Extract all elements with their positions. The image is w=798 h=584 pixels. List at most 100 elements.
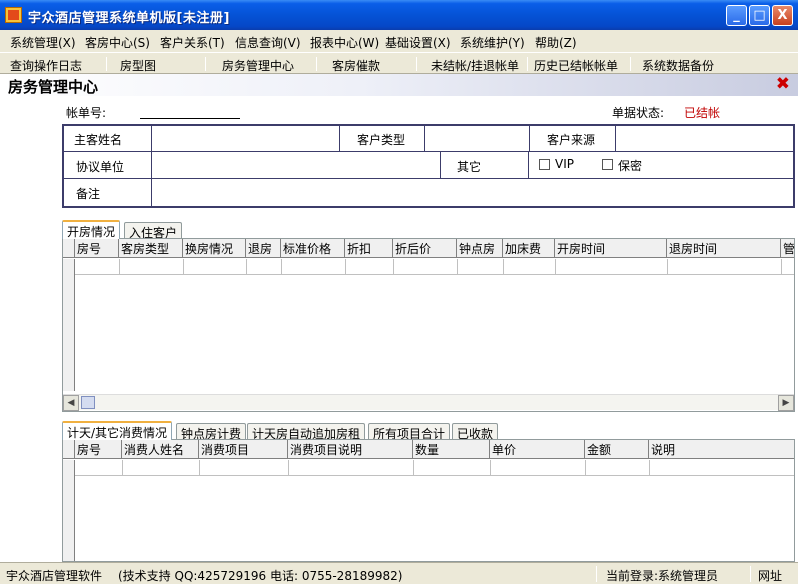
col-discount[interactable]: 折扣 <box>345 239 393 258</box>
table-cell <box>246 259 247 275</box>
status-support: (技术支持 QQ:425729196 电话: 0755-28189982) <box>118 569 403 583</box>
col-manager[interactable]: 管 <box>781 239 794 258</box>
room-grid-hscrollbar[interactable]: ◀ ▶ <box>63 394 794 411</box>
shortcut-operation-log[interactable]: 查询操作日志 <box>10 57 82 74</box>
maximize-button[interactable]: □ <box>749 5 770 26</box>
col-note[interactable]: 说明 <box>649 440 794 459</box>
shortcut-room-payment-reminder[interactable]: 客房催款 <box>332 57 380 74</box>
shortcut-separator <box>205 57 206 71</box>
menu-info-query[interactable]: 信息查询(V) <box>235 34 301 51</box>
other-label: 其它 <box>457 160 482 174</box>
tab-auto-room-rent[interactable]: 计天房自动追加房租 <box>247 423 366 441</box>
shortcut-room-map[interactable]: 房型图 <box>120 57 156 74</box>
app-icon <box>5 7 22 23</box>
row-header[interactable] <box>63 259 75 275</box>
col-consumer-name[interactable]: 消费人姓名 <box>122 440 199 459</box>
row-header[interactable] <box>63 460 75 476</box>
customer-type-select[interactable] <box>430 128 525 148</box>
scroll-thumb[interactable] <box>81 396 95 409</box>
panel-header: 房务管理中心 ✖ <box>0 74 798 96</box>
shortcut-room-management[interactable]: 房务管理中心 <box>222 57 294 74</box>
confidential-label: 保密 <box>618 159 643 173</box>
status-current-login: 当前登录:系统管理员 <box>606 569 719 583</box>
menu-bar: 系统管理(X) 客房中心(S) 客户关系(T) 信息查询(V) 报表中心(W) … <box>0 30 798 52</box>
scroll-left-icon[interactable]: ◀ <box>63 395 79 411</box>
table-cell <box>281 259 282 275</box>
menu-system-management[interactable]: 系统管理(X) <box>10 34 76 51</box>
col-quantity[interactable]: 数量 <box>413 440 490 459</box>
col-extra-bed-fee[interactable]: 加床费 <box>503 239 555 258</box>
tab-room-status[interactable]: 开房情况 <box>62 220 121 239</box>
col-checkout-time[interactable]: 退房时间 <box>667 239 781 258</box>
guest-name-input[interactable] <box>157 128 335 148</box>
table-row[interactable] <box>63 460 794 476</box>
bill-no-field[interactable] <box>140 118 240 119</box>
row-header-corner <box>63 239 75 258</box>
customer-source-select[interactable] <box>621 128 789 148</box>
table-cell <box>457 259 458 275</box>
col-checkout[interactable]: 退房 <box>246 239 281 258</box>
table-cell <box>199 460 200 476</box>
col-amount[interactable]: 金额 <box>585 440 649 459</box>
col-hourly-room[interactable]: 钟点房 <box>457 239 503 258</box>
table-cell <box>555 259 556 275</box>
col-standard-price[interactable]: 标准价格 <box>281 239 345 258</box>
form-row-divider <box>64 151 793 152</box>
row-header-corner <box>63 440 75 459</box>
col-item-description[interactable]: 消费项目说明 <box>288 440 413 459</box>
shortcut-settled-history[interactable]: 历史已结帐帐单 <box>534 57 618 74</box>
menu-report-center[interactable]: 报表中心(W) <box>310 34 379 51</box>
form-col-divider <box>339 126 340 151</box>
tab-received-payments[interactable]: 已收款 <box>452 423 499 441</box>
tab-all-items-total[interactable]: 所有项目合计 <box>368 423 451 441</box>
col-room-no[interactable]: 房号 <box>75 239 119 258</box>
room-tab-strip: 开房情况 入住客户 <box>62 220 795 240</box>
col-room-type[interactable]: 客房类型 <box>119 239 183 258</box>
menu-help[interactable]: 帮助(Z) <box>535 34 577 51</box>
menu-basic-settings[interactable]: 基础设置(X) <box>385 34 451 51</box>
table-cell <box>413 460 414 476</box>
form-row-divider <box>64 178 793 179</box>
table-cell <box>393 259 394 275</box>
close-x-icon[interactable]: ✖ <box>776 76 790 93</box>
table-cell <box>122 460 123 476</box>
table-cell <box>119 259 120 275</box>
shortcut-separator <box>106 57 107 71</box>
customer-source-label: 客户来源 <box>547 133 596 147</box>
shortcut-separator <box>416 57 417 71</box>
close-window-button[interactable]: X <box>772 5 793 26</box>
shortcut-bar: 查询操作日志 房型图 房务管理中心 客房催款 未结帐/挂退帐单 历史已结帐帐单 … <box>0 52 798 74</box>
shortcut-unsettled-bills[interactable]: 未结帐/挂退帐单 <box>431 57 519 74</box>
remark-input[interactable] <box>157 182 789 202</box>
shortcut-data-backup[interactable]: 系统数据备份 <box>642 57 714 74</box>
confidential-checkbox[interactable] <box>602 159 613 170</box>
col-consumption-item[interactable]: 消费项目 <box>199 440 288 459</box>
vip-label: VIP <box>555 157 574 171</box>
tab-daily-other-consumption[interactable]: 计天/其它消费情况 <box>62 421 173 440</box>
consume-grid: 房号 消费人姓名 消费项目 消费项目说明 数量 单价 金额 说明 <box>62 439 795 562</box>
minimize-button[interactable]: _ <box>726 5 747 26</box>
col-open-time[interactable]: 开房时间 <box>555 239 667 258</box>
table-row[interactable] <box>63 259 794 275</box>
form-col-divider <box>529 126 530 151</box>
menu-system-maintenance[interactable]: 系统维护(Y) <box>460 34 525 51</box>
col-discounted-price[interactable]: 折后价 <box>393 239 457 258</box>
col-room-no[interactable]: 房号 <box>75 440 122 459</box>
table-cell <box>503 259 504 275</box>
menu-room-center[interactable]: 客房中心(S) <box>85 34 150 51</box>
tab-checked-in-guests[interactable]: 入住客户 <box>124 222 183 240</box>
col-room-change[interactable]: 换房情况 <box>183 239 246 258</box>
table-cell <box>585 460 586 476</box>
table-cell <box>345 259 346 275</box>
form-col-divider <box>151 126 152 206</box>
room-management-panel: 房务管理中心 ✖ 帐单号: 单据状态: 已结帐 主客姓名 客户类型 客户来源 协… <box>0 74 798 562</box>
menu-customer-relations[interactable]: 客户关系(T) <box>160 34 225 51</box>
table-cell <box>490 460 491 476</box>
vip-checkbox[interactable] <box>539 159 550 170</box>
form-col-divider <box>528 151 529 178</box>
tab-hourly-room-billing[interactable]: 钟点房计费 <box>176 423 247 441</box>
agreement-unit-input[interactable] <box>157 155 437 175</box>
scroll-right-icon[interactable]: ▶ <box>778 395 794 411</box>
col-unit-price[interactable]: 单价 <box>490 440 585 459</box>
table-cell <box>781 259 782 275</box>
